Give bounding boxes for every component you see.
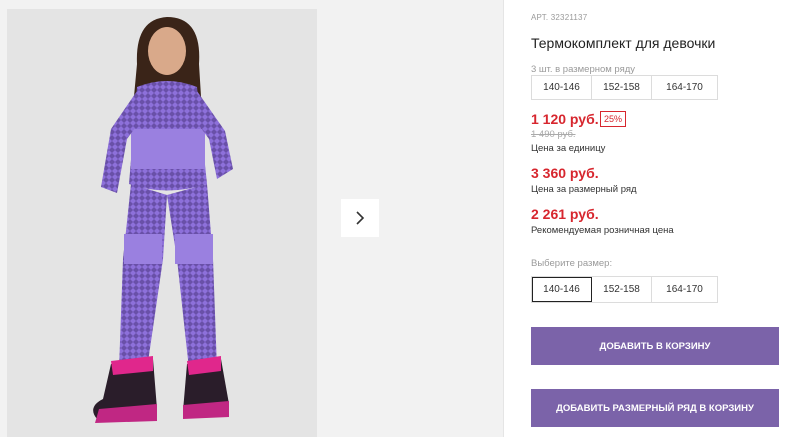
- unit-price: 1 120 руб.: [531, 111, 599, 127]
- add-series-to-cart-button[interactable]: ДОБАВИТЬ РАЗМЕРНЫЙ РЯД В КОРЗИНУ: [531, 389, 779, 427]
- series-size-item: 164-170: [666, 82, 703, 93]
- girl-in-thermal-set-image: [7, 9, 317, 437]
- old-price: 1 490 руб.: [531, 129, 576, 140]
- unit-price-caption: Цена за единицу: [531, 143, 606, 154]
- add-to-cart-button[interactable]: ДОБАВИТЬ В КОРЗИНУ: [531, 327, 779, 365]
- article-number: АРТ. 32321137: [531, 13, 588, 22]
- chevron-right-icon: [356, 211, 365, 225]
- series-price-caption: Цена за размерный ряд: [531, 184, 637, 195]
- series-size-list: 140-146 152-158 164-170: [531, 75, 718, 100]
- series-size-hint: 3 шт. в размерном ряду: [531, 64, 636, 75]
- size-option[interactable]: 152-158: [592, 277, 652, 302]
- product-gallery: [0, 0, 503, 437]
- series-size-item: 140-146: [532, 76, 592, 99]
- next-image-button[interactable]: [341, 199, 379, 237]
- size-option-selected[interactable]: 140-146: [532, 277, 592, 302]
- retail-price-caption: Рекомендуемая розничная цена: [531, 225, 674, 236]
- size-option[interactable]: 164-170: [652, 277, 717, 302]
- product-photo[interactable]: [7, 9, 317, 437]
- retail-price: 2 261 руб.: [531, 206, 599, 222]
- panel-divider: [503, 0, 504, 437]
- series-size-item: 152-158: [592, 76, 652, 99]
- product-title: Термокомплект для девочки: [531, 35, 716, 51]
- size-picker-hint: Выберите размер:: [531, 258, 613, 269]
- size-picker: 140-146 152-158 164-170: [531, 276, 718, 303]
- discount-badge: 25%: [600, 111, 627, 127]
- series-price: 3 360 руб.: [531, 165, 599, 181]
